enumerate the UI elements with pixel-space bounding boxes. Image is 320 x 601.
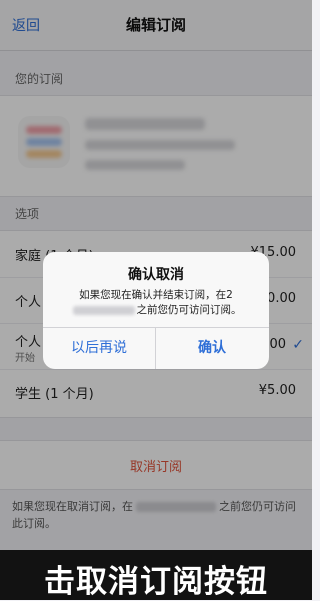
later-button[interactable]: 以后再说 bbox=[43, 328, 155, 369]
dialog-message: 如果您现在确认并结束订阅，在2 之前您仍可访问订阅。 bbox=[57, 288, 255, 318]
dialog-message-part2: 之前您仍可访问订阅。 bbox=[136, 304, 242, 316]
subscription-page: 返回 编辑订阅 您的订阅 选项 家庭 (1 个月) ¥15.00 个人 10.0… bbox=[0, 0, 312, 600]
caption-banner: 击取消订阅按钮 bbox=[0, 550, 312, 600]
caption-text: 击取消订阅按钮 bbox=[44, 564, 268, 600]
confirm-button[interactable]: 确认 bbox=[156, 328, 268, 369]
blurred-date bbox=[72, 305, 135, 315]
dialog-message-part1: 如果您现在确认并结束订阅，在2 bbox=[79, 289, 233, 301]
confirm-cancel-dialog: 确认取消 如果您现在确认并结束订阅，在2 之前您仍可访问订阅。 以后再说 确认 bbox=[43, 252, 269, 369]
dialog-title: 确认取消 bbox=[128, 267, 184, 283]
